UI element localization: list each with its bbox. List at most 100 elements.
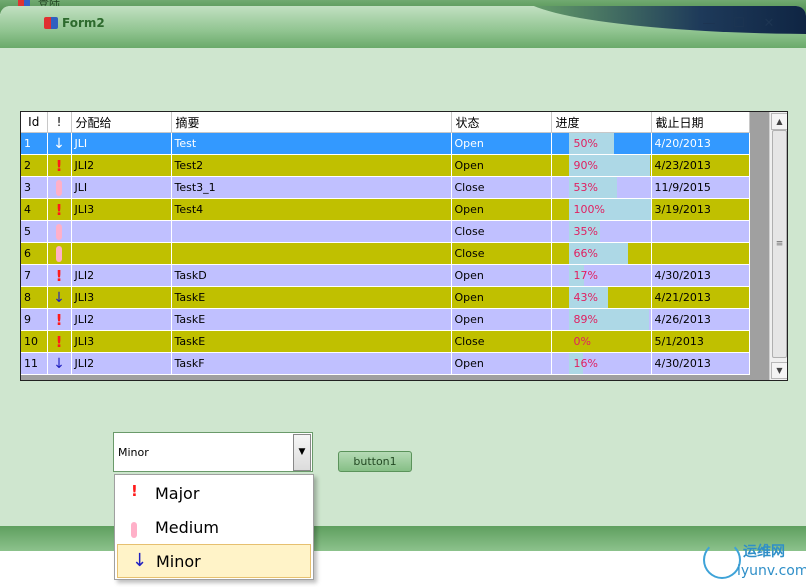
dropdown-item-label: Medium <box>155 518 219 537</box>
medium-bar-icon <box>47 220 72 243</box>
column-header[interactable]: 进度 <box>551 112 652 133</box>
cell-summary: TaskE <box>171 330 452 353</box>
cell-status: Close <box>451 176 552 199</box>
cell-assignee: JLI <box>71 132 172 155</box>
cell-due-date: 4/30/2013 <box>651 264 750 287</box>
cell-progress: 0% <box>551 330 652 353</box>
priority-combo[interactable]: Minor ▼ <box>113 432 313 472</box>
cell-progress: 100% <box>551 198 652 221</box>
table-row[interactable]: 2! JLI2 Test2 Open 90% 4/23/2013 <box>21 154 750 177</box>
table-row[interactable]: 8 ↓ JLI3 TaskE Open 43% 4/21/2013 <box>21 286 750 309</box>
cell-due-date: 4/21/2013 <box>651 286 750 309</box>
cell-due-date: 4/20/2013 <box>651 132 750 155</box>
down-arrow-icon: ↓ <box>47 286 72 309</box>
cell-progress: 53% <box>551 176 652 199</box>
cell-assignee: JLI <box>71 176 172 199</box>
scroll-down-icon[interactable]: ▼ <box>771 362 787 379</box>
maximize-button[interactable]: ☐ <box>726 16 752 32</box>
combo-selected-value: Minor <box>118 446 149 459</box>
dropdown-item-label: Minor <box>156 552 201 571</box>
scroll-thumb[interactable]: ≡ <box>772 130 787 358</box>
table-row[interactable]: 7! JLI2 TaskD Open 17% 4/30/2013 <box>21 264 750 287</box>
cell-progress: 66% <box>551 242 652 265</box>
column-header[interactable]: 摘要 <box>171 112 452 133</box>
cell-status: Close <box>451 330 552 353</box>
cell-id: 1 <box>21 132 48 155</box>
cell-assignee: JLI3 <box>71 286 172 309</box>
table-row[interactable]: 5 Close 35% <box>21 220 750 243</box>
exclamation-icon: ! <box>47 154 72 177</box>
cell-summary: TaskD <box>171 264 452 287</box>
title-bar[interactable]: Form2 — ☐ ✕ <box>0 6 806 48</box>
down-arrow-icon: ↓ <box>47 132 72 155</box>
medium-bar-icon <box>131 519 137 538</box>
dropdown-item-major[interactable]: ! Major <box>117 477 309 509</box>
cell-id: 4 <box>21 198 48 221</box>
task-grid[interactable]: Id! 分配给 摘要 状态 进度 截止日期 1 ↓ JLI Test Open 50% 4/20/20… <box>20 111 788 381</box>
cell-summary: Test <box>171 132 452 155</box>
scroll-up-icon[interactable]: ▲ <box>771 113 787 130</box>
column-header[interactable]: 状态 <box>451 112 552 133</box>
column-header[interactable]: ! <box>47 112 72 133</box>
cell-status: Open <box>451 132 552 155</box>
progress-text: 90% <box>573 159 598 172</box>
progress-text: 100% <box>573 203 605 216</box>
cell-progress: 43% <box>551 286 652 309</box>
dropdown-item-label: Major <box>155 484 200 503</box>
column-header[interactable]: 分配给 <box>71 112 172 133</box>
cell-summary: Test2 <box>171 154 452 177</box>
watermark-en: iyunv.com <box>737 563 806 579</box>
minimize-button[interactable]: — <box>696 16 722 32</box>
watermark-circle-icon <box>703 541 741 579</box>
cell-due-date: 5/1/2013 <box>651 330 750 353</box>
cell-status: Open <box>451 264 552 287</box>
cell-status: Open <box>451 286 552 309</box>
cell-status: Open <box>451 154 552 177</box>
cell-status: Open <box>451 352 552 375</box>
cell-summary: TaskE <box>171 286 452 309</box>
app-icon <box>44 17 58 29</box>
cell-assignee: JLI3 <box>71 330 172 353</box>
cell-due-date: 4/30/2013 <box>651 352 750 375</box>
cell-assignee <box>71 242 172 265</box>
progress-text: 0% <box>573 335 591 348</box>
down-arrow-icon: ↓ <box>47 352 72 375</box>
vertical-scrollbar[interactable]: ▲ ≡ ▼ <box>769 112 787 380</box>
cell-assignee: JLI2 <box>71 154 172 177</box>
cell-progress: 35% <box>551 220 652 243</box>
exclamation-icon: ! <box>47 330 72 353</box>
button1[interactable]: button1 <box>338 451 412 472</box>
dropdown-item-medium[interactable]: Medium <box>117 511 309 543</box>
table-row[interactable]: 11 ↓ JLI2 TaskF Open 16% 4/30/2013 <box>21 352 750 375</box>
cell-assignee <box>71 220 172 243</box>
exclamation-icon: ! <box>47 198 72 221</box>
watermark-logo: 运维网 iyunv.com <box>703 541 806 585</box>
chevron-down-icon[interactable]: ▼ <box>293 434 311 471</box>
progress-text: 35% <box>573 225 598 238</box>
cell-assignee: JLI3 <box>71 198 172 221</box>
table-row[interactable]: 4! JLI3 Test4 Open 100% 3/19/2013 <box>21 198 750 221</box>
cell-id: 8 <box>21 286 48 309</box>
column-header[interactable]: 截止日期 <box>651 112 750 133</box>
dropdown-item-minor[interactable]: ↓ Minor <box>117 544 311 578</box>
cell-assignee: JLI2 <box>71 264 172 287</box>
column-header[interactable]: Id <box>21 112 48 133</box>
cell-summary: Test3_1 <box>171 176 452 199</box>
close-button[interactable]: ✕ <box>756 16 782 32</box>
cell-id: 7 <box>21 264 48 287</box>
exclamation-icon: ! <box>131 482 138 500</box>
table-row[interactable]: 9! JLI2 TaskE Open 89% 4/26/2013 <box>21 308 750 331</box>
table-row[interactable]: 10! JLI3 TaskE Close 0% 5/1/2013 <box>21 330 750 353</box>
watermark-cn: 运维网 <box>743 544 785 560</box>
progress-text: 16% <box>573 357 598 370</box>
table-row[interactable]: 6 Close 66% <box>21 242 750 265</box>
task-table: Id! 分配给 摘要 状态 进度 截止日期 1 ↓ JLI Test Open 50% 4/20/20… <box>21 112 750 375</box>
cell-summary: TaskF <box>171 352 452 375</box>
cell-id: 11 <box>21 352 48 375</box>
table-row[interactable]: 3 JLI Test3_1 Close 53% 11/9/2015 <box>21 176 750 199</box>
table-row[interactable]: 1 ↓ JLI Test Open 50% 4/20/2013 <box>21 132 750 155</box>
exclamation-icon: ! <box>47 308 72 331</box>
cell-status: Open <box>451 198 552 221</box>
cell-status: Close <box>451 242 552 265</box>
cell-summary: Test4 <box>171 198 452 221</box>
